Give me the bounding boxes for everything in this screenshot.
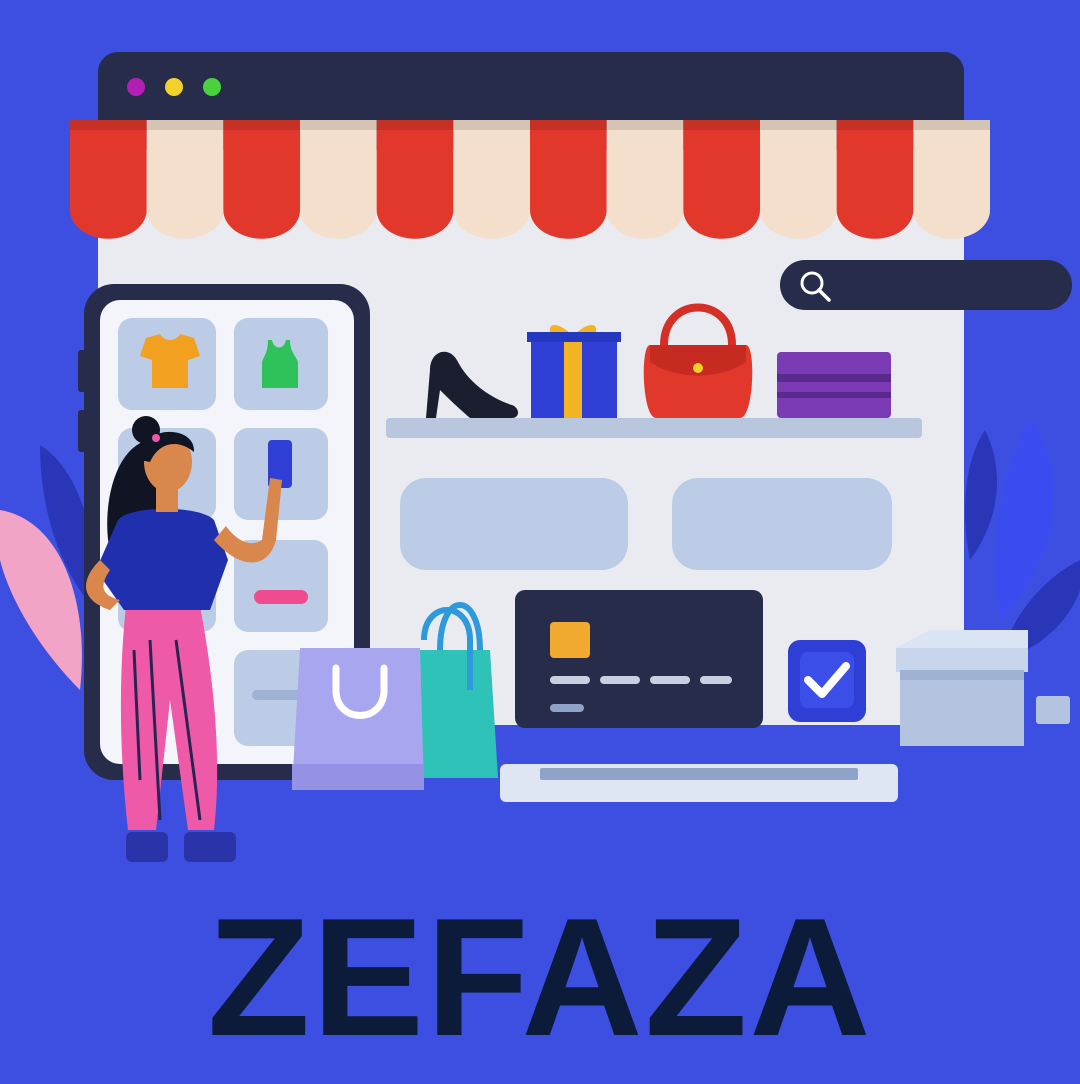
awning-stripe <box>453 120 530 239</box>
wallet-icon[interactable] <box>777 352 891 418</box>
awning-stripe <box>913 120 990 239</box>
awning-top-shadow <box>70 120 990 130</box>
content-panel-right[interactable] <box>672 478 892 570</box>
package-box-icon <box>896 630 1028 746</box>
awning-stripe <box>223 120 300 239</box>
product-shelf <box>386 418 922 438</box>
awning-stripe <box>146 120 224 239</box>
leaf-right-2-icon <box>965 430 997 560</box>
awning-stripe <box>836 120 914 239</box>
awning-stripe <box>300 120 377 239</box>
credit-card-icon[interactable] <box>515 590 763 728</box>
awning-stripe <box>606 120 684 239</box>
window-dot-yellow[interactable] <box>165 78 183 96</box>
awning-stripe <box>530 120 607 239</box>
window-dot-green[interactable] <box>203 78 221 96</box>
keyboard-icon[interactable] <box>500 764 898 802</box>
awning-stripe <box>376 120 454 239</box>
pill-tag-icon <box>254 590 308 604</box>
awning-stripe <box>760 120 837 239</box>
leaves-right <box>965 420 1080 660</box>
leaves-left <box>0 445 96 690</box>
awning-stripe <box>70 120 147 239</box>
checkmark-icon[interactable] <box>788 640 866 722</box>
illustration-stage: ZEFAZA <box>0 0 1080 1080</box>
small-box-icon <box>1036 696 1070 724</box>
window-dot-purple[interactable] <box>127 78 145 96</box>
gift-box-icon[interactable] <box>527 324 621 418</box>
search-input[interactable] <box>780 260 1072 310</box>
brand-logo-text: ZEFAZA <box>207 883 873 1071</box>
awning-stripe <box>683 120 760 239</box>
content-panel-left[interactable] <box>400 478 628 570</box>
